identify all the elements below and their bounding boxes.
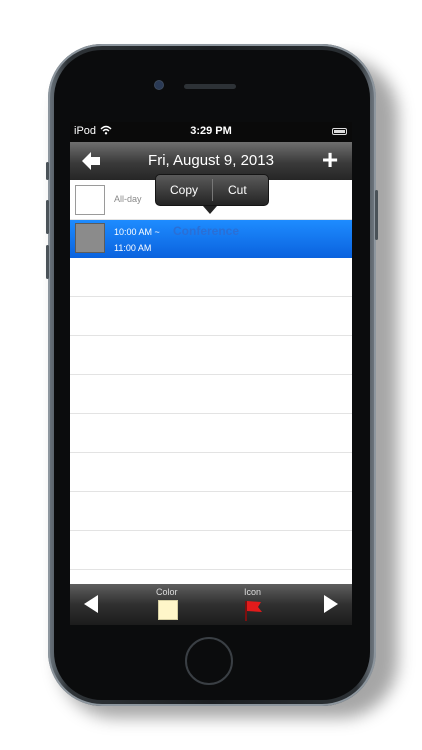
color-picker-swatch[interactable] [158, 600, 178, 620]
previous-day-icon[interactable] [82, 594, 100, 614]
menu-divider [212, 179, 213, 201]
front-camera [155, 81, 163, 89]
empty-row[interactable] [70, 414, 352, 453]
color-label: Color [156, 587, 178, 597]
red-flag-icon[interactable] [242, 598, 264, 622]
bottom-toolbar: Color Icon [70, 584, 352, 625]
status-bar: iPod 3:29 PM [70, 122, 352, 142]
battery-icon [332, 128, 347, 135]
next-day-icon[interactable] [322, 594, 340, 614]
empty-row[interactable] [70, 375, 352, 414]
event-color-swatch [75, 223, 105, 253]
home-button[interactable] [185, 637, 233, 685]
edit-context-menu: Copy Cut [155, 174, 269, 206]
event-title: Conference [173, 224, 240, 238]
empty-row[interactable] [70, 258, 352, 297]
copy-menu-item[interactable]: Copy [170, 183, 198, 197]
all-day-label: All-day [114, 194, 142, 204]
volume-button [46, 245, 49, 279]
event-list: All-day 10:00 AM ~ 11:00 AM Conference [70, 180, 352, 584]
event-start-time: 10:00 AM ~ [114, 227, 160, 237]
cut-menu-item[interactable]: Cut [228, 183, 247, 197]
empty-row[interactable] [70, 531, 352, 570]
empty-row[interactable] [70, 297, 352, 336]
event-end-time: 11:00 AM [114, 243, 152, 253]
status-time: 3:29 PM [190, 125, 232, 137]
icon-label: Icon [244, 587, 262, 597]
mute-switch [46, 162, 49, 180]
empty-row[interactable] [70, 336, 352, 375]
event-row-conference[interactable]: 10:00 AM ~ 11:00 AM Conference [70, 220, 352, 258]
date-title: Fri, August 9, 2013 [148, 152, 274, 169]
empty-row[interactable] [70, 453, 352, 492]
power-button [375, 190, 378, 240]
empty-row[interactable] [70, 492, 352, 531]
add-event-button[interactable]: + [318, 146, 342, 174]
earpiece-speaker [184, 84, 236, 89]
volume-button [46, 200, 49, 234]
screen: iPod 3:29 PM Fri, August 9, 2013 + All-d… [70, 122, 352, 625]
all-day-color-swatch [75, 185, 105, 215]
context-menu-pointer [203, 206, 217, 214]
